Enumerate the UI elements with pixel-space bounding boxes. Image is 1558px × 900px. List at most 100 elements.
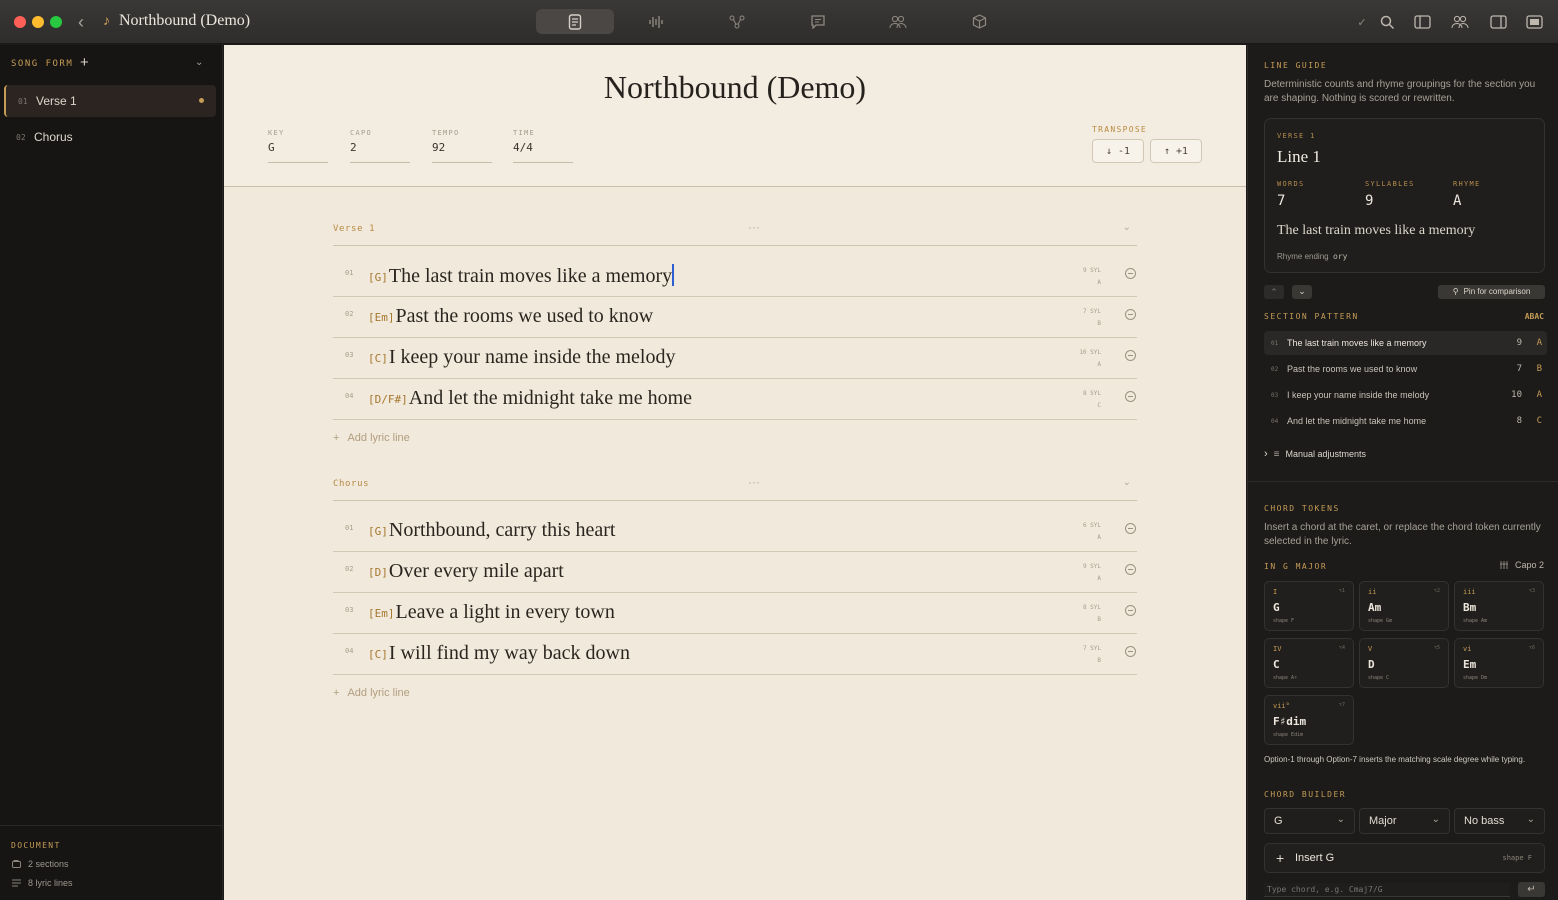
insert-chord-button[interactable]: + Insert G shape F xyxy=(1264,843,1545,873)
pattern-row[interactable]: 01 The last train moves like a memory 9 … xyxy=(1264,331,1547,355)
minimize-window-button[interactable] xyxy=(32,16,44,28)
chord-text-input[interactable] xyxy=(1264,883,1510,897)
tab-collaborators[interactable] xyxy=(859,9,937,34)
chord-card-c[interactable]: IV ⌥4 C shape A♯ xyxy=(1264,638,1354,688)
next-line-button[interactable]: ⌄ xyxy=(1292,285,1312,299)
chord-shortcut: ⌥2 xyxy=(1433,588,1440,594)
tab-comments[interactable] xyxy=(779,9,857,34)
chord-card-am[interactable]: ii ⌥2 Am shape Gm xyxy=(1359,581,1449,631)
lyric-words[interactable]: Past the rooms we used to know xyxy=(396,305,654,327)
collaborators-button[interactable] xyxy=(1448,12,1472,32)
capo-field[interactable]: CAPO 2 xyxy=(350,129,410,163)
tempo-value[interactable]: 92 xyxy=(432,141,492,163)
remove-line-icon[interactable] xyxy=(1125,564,1136,575)
lyric-text[interactable]: [Em]Leave a light in every town xyxy=(368,601,615,624)
transpose-up-button[interactable]: ↑ +1 xyxy=(1150,139,1202,163)
more-options-icon[interactable]: ··· xyxy=(748,220,760,234)
collapse-chevron-icon[interactable]: ⌄ xyxy=(1123,222,1131,233)
remove-line-icon[interactable] xyxy=(1125,523,1136,534)
toggle-sidebar-button[interactable] xyxy=(1411,12,1433,32)
lyric-line[interactable]: 03 [Em]Leave a light in every town 8 SYL… xyxy=(333,593,1137,634)
transpose-down-button[interactable]: ↓ -1 xyxy=(1092,139,1144,163)
section-name[interactable]: Chorus xyxy=(333,479,369,489)
remove-line-icon[interactable] xyxy=(1125,646,1136,657)
song-title[interactable]: Northbound (Demo) xyxy=(224,69,1246,106)
lyric-words[interactable]: And let the midnight take me home xyxy=(409,387,692,409)
chord-token[interactable]: [D] xyxy=(368,566,388,579)
lyric-text[interactable]: [D/F#]And let the midnight take me home xyxy=(368,387,692,410)
manual-adjustments-toggle[interactable]: › ≡ Manual adjustments xyxy=(1264,448,1366,460)
collapse-chevron-icon[interactable]: ⌄ xyxy=(1123,477,1131,488)
search-button[interactable] xyxy=(1376,12,1398,32)
capo-value[interactable]: 2 xyxy=(350,141,410,163)
chord-token[interactable]: [Em] xyxy=(368,311,395,324)
chord-card-fsharp-dim[interactable]: vii° ⌥7 F♯dim shape Edim xyxy=(1264,695,1354,745)
lyric-line[interactable]: 03 [C]I keep your name inside the melody… xyxy=(333,338,1137,379)
focus-mode-button[interactable] xyxy=(1523,12,1545,32)
toggle-inspector-button[interactable] xyxy=(1487,12,1509,32)
chord-token[interactable]: [C] xyxy=(368,352,388,365)
lyric-words[interactable]: I keep your name inside the melody xyxy=(389,346,676,368)
tempo-field[interactable]: TEMPO 92 xyxy=(432,129,492,163)
chord-card-bm[interactable]: iii ⌥3 Bm shape Am xyxy=(1454,581,1544,631)
lyric-words[interactable]: The last train moves like a memory xyxy=(389,265,672,287)
zoom-window-button[interactable] xyxy=(50,16,62,28)
more-options-icon[interactable]: ··· xyxy=(748,475,760,489)
lyric-line[interactable]: 02 [Em]Past the rooms we used to know 7 … xyxy=(333,297,1137,338)
remove-line-icon[interactable] xyxy=(1125,605,1136,616)
chord-token[interactable]: [Em] xyxy=(368,607,395,620)
pin-for-comparison-button[interactable]: ⚲ Pin for comparison xyxy=(1438,285,1545,299)
lyric-line[interactable]: 01 [G]Northbound, carry this heart 6 SYL… xyxy=(333,511,1137,552)
lyric-text[interactable]: [G]The last train moves like a memory xyxy=(368,264,675,288)
previous-line-button[interactable]: ⌃ xyxy=(1264,285,1284,299)
tab-document[interactable] xyxy=(536,9,614,34)
tab-audio[interactable] xyxy=(617,9,695,34)
pattern-row[interactable]: 04 And let the midnight take me home 8 C xyxy=(1264,409,1547,433)
back-chevron-icon[interactable]: ‹ xyxy=(78,12,84,33)
lyric-line[interactable]: 04 [C]I will find my way back down 7 SYL… xyxy=(333,634,1137,675)
remove-line-icon[interactable] xyxy=(1125,350,1136,361)
lyric-line[interactable]: 01 [G]The last train moves like a memory… xyxy=(333,256,1137,297)
time-field[interactable]: TIME 4/4 xyxy=(513,129,573,163)
lyric-words[interactable]: Leave a light in every town xyxy=(396,601,615,623)
key-value[interactable]: G xyxy=(268,141,328,163)
sidebar-item-verse-1[interactable]: 01 Verse 1 xyxy=(4,85,216,117)
section-name[interactable]: Verse 1 xyxy=(333,224,375,234)
chord-card-g[interactable]: I ⌥1 G shape F xyxy=(1264,581,1354,631)
remove-line-icon[interactable] xyxy=(1125,268,1136,279)
lyric-text[interactable]: [C]I will find my way back down xyxy=(368,642,630,665)
chord-token[interactable]: [C] xyxy=(368,648,388,661)
bass-select[interactable]: No bass ⌄ xyxy=(1454,808,1545,834)
lyric-text[interactable]: [C]I keep your name inside the melody xyxy=(368,346,675,369)
lyric-text[interactable]: [G]Northbound, carry this heart xyxy=(368,519,615,542)
chord-token[interactable]: [G] xyxy=(368,525,388,538)
lyric-text[interactable]: [Em]Past the rooms we used to know xyxy=(368,305,653,328)
submit-chord-button[interactable]: ↵ xyxy=(1518,882,1545,897)
lyric-words[interactable]: Northbound, carry this heart xyxy=(389,519,616,541)
sidebar-item-chorus[interactable]: 02 Chorus xyxy=(4,121,216,153)
pattern-row[interactable]: 02 Past the rooms we used to know 7 B xyxy=(1264,357,1547,381)
chord-card-em[interactable]: vi ⌥6 Em shape Dm xyxy=(1454,638,1544,688)
add-lyric-line-button[interactable]: + Add lyric line xyxy=(333,432,410,444)
chord-card-d[interactable]: V ⌥5 D shape C xyxy=(1359,638,1449,688)
remove-line-icon[interactable] xyxy=(1125,391,1136,402)
pattern-row[interactable]: 03 I keep your name inside the melody 10… xyxy=(1264,383,1547,407)
add-section-button[interactable]: + xyxy=(80,54,89,71)
remove-line-icon[interactable] xyxy=(1125,309,1136,320)
tab-export[interactable] xyxy=(940,9,1018,34)
key-field[interactable]: KEY G xyxy=(268,129,328,163)
chord-token[interactable]: [D/F#] xyxy=(368,393,408,406)
root-select[interactable]: G ⌄ xyxy=(1264,808,1355,834)
tab-structure[interactable] xyxy=(698,9,776,34)
lyric-words[interactable]: Over every mile apart xyxy=(389,560,564,582)
lyric-line[interactable]: 02 [D]Over every mile apart 9 SYL A xyxy=(333,552,1137,593)
collapse-chevron-icon[interactable]: ⌄ xyxy=(195,57,203,68)
lyric-words[interactable]: I will find my way back down xyxy=(389,642,630,664)
quality-select[interactable]: Major ⌄ xyxy=(1359,808,1450,834)
lyric-line[interactable]: 04 [D/F#]And let the midnight take me ho… xyxy=(333,379,1137,420)
add-lyric-line-button[interactable]: + Add lyric line xyxy=(333,687,410,699)
time-value[interactable]: 4/4 xyxy=(513,141,573,163)
chord-token[interactable]: [G] xyxy=(368,271,388,284)
close-window-button[interactable] xyxy=(14,16,26,28)
lyric-text[interactable]: [D]Over every mile apart xyxy=(368,560,564,583)
